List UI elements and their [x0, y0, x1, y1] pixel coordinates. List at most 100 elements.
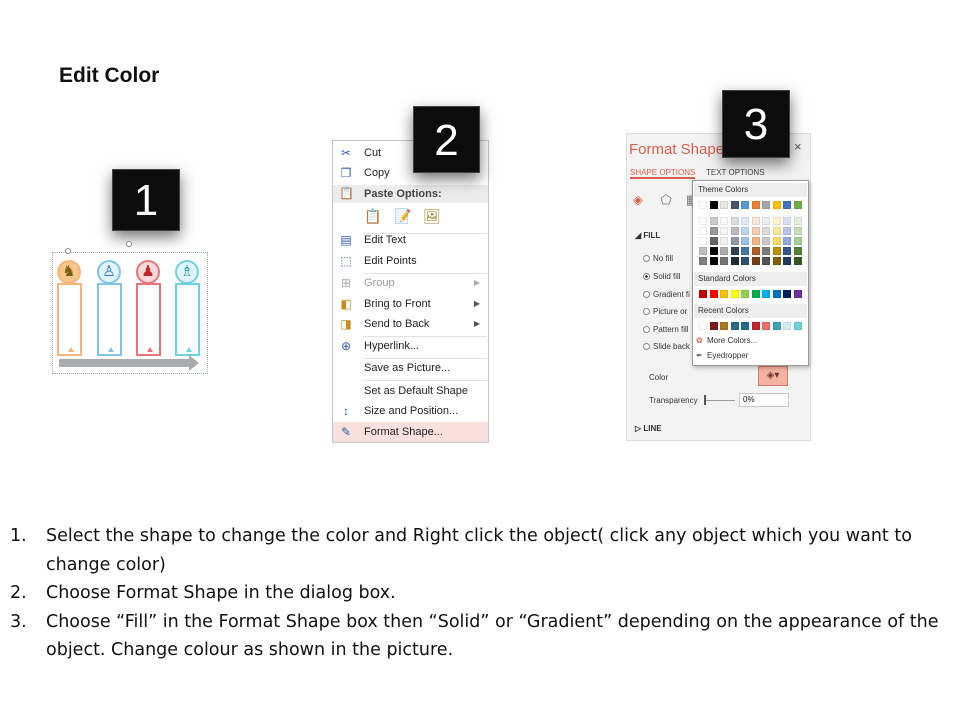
menu-item-save-as-picture[interactable]: Save as Picture... [333, 358, 488, 378]
eyedropper-option[interactable]: ✒ Eyedropper [696, 351, 748, 360]
theme-color-swatch[interactable] [720, 247, 728, 255]
menu-item-hyperlink[interactable]: ⊕ Hyperlink... [333, 336, 488, 356]
standard-color-swatch[interactable] [699, 290, 707, 298]
transparency-slider-track[interactable] [705, 400, 735, 401]
recent-color-swatch[interactable] [793, 322, 802, 330]
radio-picture-fill[interactable]: Picture or [643, 306, 687, 318]
walking-person-icon[interactable]: ♙ [97, 260, 121, 284]
theme-color-swatch[interactable] [730, 227, 739, 235]
fill-bucket-icon[interactable]: ◈ [630, 192, 646, 208]
recent-color-swatch[interactable] [709, 322, 718, 330]
shape-column-blue[interactable] [97, 283, 122, 356]
standard-color-swatch[interactable] [720, 290, 728, 298]
theme-color-swatch[interactable] [783, 257, 791, 265]
theme-color-swatch[interactable] [720, 237, 728, 245]
transparency-slider-knob[interactable] [704, 395, 706, 405]
theme-color-swatch[interactable] [699, 217, 707, 225]
menu-item-bring-to-front[interactable]: ◧ Bring to Front ▶ [333, 294, 488, 314]
theme-color-swatch[interactable] [709, 237, 718, 245]
theme-color-swatch[interactable] [741, 257, 749, 265]
recent-color-swatch[interactable] [720, 322, 728, 330]
theme-color-swatch[interactable] [751, 217, 760, 225]
theme-color-swatch[interactable] [762, 217, 770, 225]
paste-picture-icon[interactable]: 🖼 [423, 207, 441, 225]
recent-color-swatch[interactable] [783, 322, 791, 330]
tab-shape-options[interactable]: SHAPE OPTIONS [630, 168, 696, 179]
radio-slide-background[interactable]: Slide back [643, 341, 690, 353]
theme-color-swatch[interactable] [751, 201, 760, 209]
transparency-input[interactable]: 0% [739, 393, 789, 407]
theme-color-swatch[interactable] [751, 237, 760, 245]
theme-color-swatch[interactable] [741, 227, 749, 235]
theme-color-swatch[interactable] [699, 247, 707, 255]
theme-color-swatch[interactable] [699, 227, 707, 235]
theme-color-swatch[interactable] [751, 257, 760, 265]
theme-color-swatch[interactable] [709, 227, 718, 235]
shape-column-orange[interactable] [57, 283, 82, 356]
standard-color-swatch[interactable] [783, 290, 791, 298]
paste-keep-text-icon[interactable]: 📝 [394, 207, 412, 225]
paste-keep-formatting-icon[interactable]: 📋 [364, 207, 382, 225]
theme-color-swatch[interactable] [772, 227, 781, 235]
recent-color-swatch[interactable] [751, 322, 760, 330]
theme-color-swatch[interactable] [762, 201, 770, 209]
theme-color-swatch[interactable] [793, 217, 802, 225]
theme-color-swatch[interactable] [783, 201, 791, 209]
pentagon-icon[interactable]: ⬠ [658, 192, 674, 208]
theme-color-swatch[interactable] [762, 227, 770, 235]
menu-item-format-shape[interactable]: ✎ Format Shape... [333, 422, 488, 442]
line-section-header[interactable]: ▷ LINE [635, 424, 662, 433]
theme-color-swatch[interactable] [783, 247, 791, 255]
standard-color-swatch[interactable] [709, 290, 718, 298]
theme-color-swatch[interactable] [741, 201, 749, 209]
shape-column-red[interactable] [136, 283, 161, 356]
recent-color-swatch[interactable] [741, 322, 749, 330]
lion-icon[interactable]: ♞ [57, 260, 81, 284]
close-icon[interactable]: × [794, 139, 802, 154]
theme-color-swatch[interactable] [793, 257, 802, 265]
theme-color-swatch[interactable] [793, 237, 802, 245]
standard-color-swatch[interactable] [730, 290, 739, 298]
theme-color-swatch[interactable] [783, 227, 791, 235]
theme-color-swatch[interactable] [783, 237, 791, 245]
theme-color-swatch[interactable] [720, 227, 728, 235]
more-colors-option[interactable]: ✿ More Colors... [696, 336, 757, 345]
tab-text-options[interactable]: TEXT OPTIONS [706, 168, 765, 177]
menu-item-edit-points[interactable]: ⬚ Edit Points [333, 251, 488, 271]
theme-color-swatch[interactable] [772, 257, 781, 265]
rotation-handle[interactable] [126, 241, 132, 247]
theme-color-swatch[interactable] [793, 227, 802, 235]
theme-color-swatch[interactable] [762, 247, 770, 255]
menu-item-size-position[interactable]: ↕ Size and Position... [333, 401, 488, 421]
theme-color-swatch[interactable] [783, 217, 791, 225]
jumping-person-icon[interactable]: ♗ [175, 260, 199, 284]
standard-color-swatch[interactable] [741, 290, 749, 298]
standard-color-swatch[interactable] [762, 290, 770, 298]
theme-color-swatch[interactable] [730, 217, 739, 225]
recent-color-swatch[interactable] [730, 322, 739, 330]
shape-column-teal[interactable] [175, 283, 200, 356]
theme-color-swatch[interactable] [772, 201, 781, 209]
theme-color-swatch[interactable] [730, 237, 739, 245]
menu-item-send-to-back[interactable]: ◨ Send to Back ▶ [333, 314, 488, 334]
theme-color-swatch[interactable] [720, 201, 728, 209]
rotation-handle[interactable] [65, 248, 71, 254]
theme-color-swatch[interactable] [699, 201, 707, 209]
theme-color-swatch[interactable] [730, 201, 739, 209]
theme-color-swatch[interactable] [751, 247, 760, 255]
theme-color-swatch[interactable] [709, 257, 718, 265]
theme-color-swatch[interactable] [772, 217, 781, 225]
theme-color-swatch[interactable] [793, 201, 802, 209]
theme-color-swatch[interactable] [762, 237, 770, 245]
fill-section-header[interactable]: ◢ FILL [635, 231, 660, 240]
theme-color-swatch[interactable] [793, 247, 802, 255]
theme-color-swatch[interactable] [709, 247, 718, 255]
fill-color-dropdown[interactable]: ◈▾ [758, 366, 788, 386]
radio-solid-fill[interactable]: Solid fill [643, 271, 681, 283]
theme-color-swatch[interactable] [741, 247, 749, 255]
theme-color-swatch[interactable] [772, 237, 781, 245]
theme-color-swatch[interactable] [720, 217, 728, 225]
recent-color-swatch[interactable] [699, 322, 707, 330]
theme-color-swatch[interactable] [709, 201, 718, 209]
standard-color-swatch[interactable] [793, 290, 802, 298]
